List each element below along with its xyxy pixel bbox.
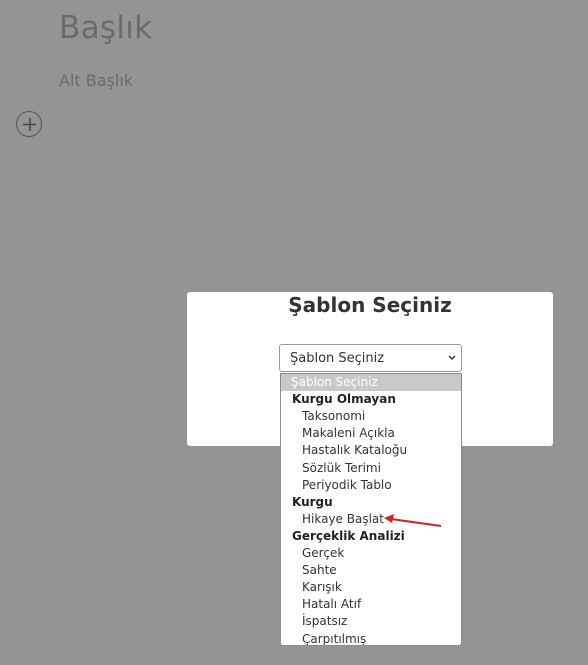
select-option[interactable]: Taksonomi xyxy=(281,408,461,425)
option-group-label: Kurgu xyxy=(292,494,333,509)
select-option[interactable]: Gerçek xyxy=(281,545,461,562)
select-option[interactable]: Şablon Seçiniz xyxy=(281,374,461,391)
annotation-arrow-icon xyxy=(384,514,442,527)
select-option[interactable]: Karışık xyxy=(281,579,461,596)
template-select[interactable]: Şablon Seçiniz xyxy=(279,344,462,372)
page: Başlık Alt Başlık Şablon Seçiniz Şablon … xyxy=(0,0,588,665)
document-title[interactable]: Başlık xyxy=(59,10,152,46)
document-subtitle[interactable]: Alt Başlık xyxy=(59,71,133,90)
plus-icon xyxy=(23,118,36,131)
select-value: Şablon Seçiniz xyxy=(290,351,385,366)
select-option[interactable]: Çarpıtılmış xyxy=(281,631,461,646)
select-option[interactable]: Sözlük Terimi xyxy=(281,460,461,477)
add-block-button[interactable] xyxy=(16,111,42,137)
select-option[interactable]: Makaleni Açıkla xyxy=(281,425,461,442)
select-option[interactable]: Hastalık Kataloğu xyxy=(281,442,461,459)
modal-title: Şablon Seçiniz xyxy=(288,293,452,317)
select-option[interactable]: Periyodik Tablo xyxy=(281,477,461,494)
option-group-label: Kurgu Olmayan xyxy=(292,392,396,407)
select-option[interactable]: Hatalı Atıf xyxy=(281,596,461,613)
chevron-down-icon xyxy=(448,355,456,360)
select-option[interactable]: İspatsız xyxy=(281,613,461,630)
select-option[interactable]: Sahte xyxy=(281,562,461,579)
